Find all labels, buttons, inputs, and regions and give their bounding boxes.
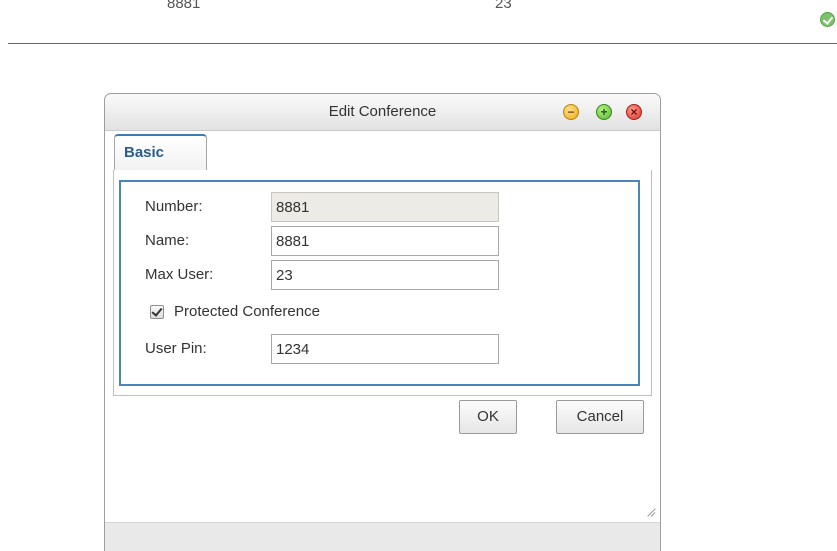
name-label: Name: — [145, 232, 190, 249]
minimize-icon[interactable]: − — [563, 104, 579, 120]
cancel-button[interactable]: Cancel — [556, 400, 644, 434]
name-field[interactable] — [271, 226, 499, 256]
protected-conference-checkbox[interactable] — [150, 305, 164, 319]
row-number-cell: 8881 — [167, 0, 201, 12]
table-row-divider — [8, 43, 837, 44]
maximize-icon[interactable]: + — [596, 104, 612, 120]
user-pin-field[interactable] — [271, 334, 499, 364]
protected-conference-label[interactable]: Protected Conference — [174, 302, 320, 322]
resize-grip-icon[interactable] — [644, 506, 656, 518]
max-user-label: Max User: — [145, 266, 214, 283]
check-circle-icon — [820, 12, 835, 27]
user-pin-label: User Pin: — [145, 340, 207, 357]
number-field[interactable] — [271, 192, 499, 222]
close-icon[interactable]: × — [626, 104, 642, 120]
ok-button[interactable]: OK — [459, 400, 517, 434]
conference-table-row[interactable]: 8881 23 — [0, 0, 837, 44]
tab-basic[interactable]: Basic — [114, 134, 207, 171]
page: 8881 23 Edit Conference − + × Basic Numb… — [0, 0, 837, 551]
max-user-field[interactable] — [271, 260, 499, 290]
edit-conference-dialog: Edit Conference − + × Basic Number: Name… — [104, 93, 661, 551]
dialog-statusbar — [105, 522, 660, 551]
number-label: Number: — [145, 198, 203, 215]
dialog-titlebar[interactable]: Edit Conference − + × — [105, 94, 660, 131]
row-max-user-cell: 23 — [495, 0, 512, 12]
